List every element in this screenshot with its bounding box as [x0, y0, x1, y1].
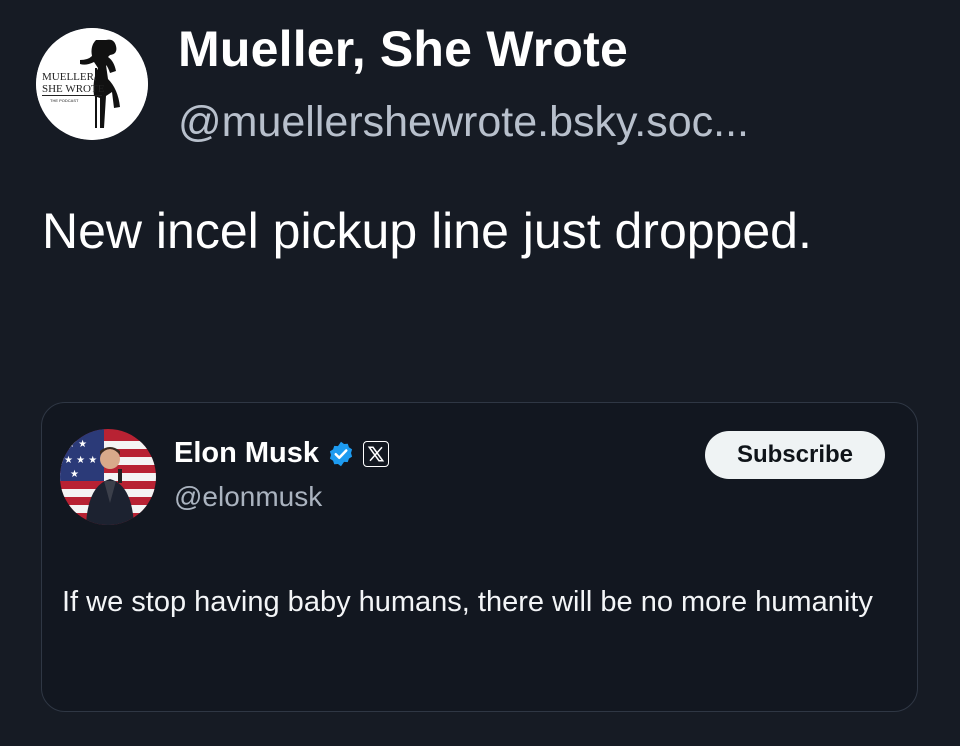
- quoted-author-avatar[interactable]: ★ ★ ★ ★ ★ ★: [60, 429, 156, 525]
- author-avatar[interactable]: MUELLER, SHE WROTE THE PODCAST: [36, 28, 148, 140]
- svg-text:★ ★ ★: ★ ★ ★: [64, 455, 97, 466]
- author-handle[interactable]: @muellershewrote.bsky.soc...: [178, 98, 749, 147]
- author-name[interactable]: Mueller, She Wrote: [178, 20, 628, 78]
- svg-text:SHE WROTE: SHE WROTE: [42, 83, 105, 95]
- svg-text:MUELLER,: MUELLER,: [42, 71, 97, 83]
- mueller-she-wrote-logo-icon: MUELLER, SHE WROTE THE PODCAST: [36, 28, 148, 140]
- svg-text:THE PODCAST: THE PODCAST: [50, 98, 79, 103]
- quoted-author-name[interactable]: Elon Musk: [174, 437, 319, 470]
- elon-musk-avatar-icon: ★ ★ ★ ★ ★ ★: [60, 429, 156, 525]
- svg-text:★: ★: [70, 469, 79, 480]
- quoted-post-card[interactable]: ★ ★ ★ ★ ★ ★ Elon Musk @elonmusk Subscrib…: [41, 402, 918, 712]
- post-text: New incel pickup line just dropped.: [42, 203, 812, 259]
- quoted-author-handle[interactable]: @elonmusk: [174, 481, 322, 513]
- quoted-post-text: If we stop having baby humans, there wil…: [62, 586, 873, 618]
- quoted-author-row: Elon Musk: [174, 437, 390, 470]
- svg-text:★ ★: ★ ★: [66, 439, 87, 450]
- post: MUELLER, SHE WROTE THE PODCAST Mueller, …: [0, 0, 960, 746]
- verified-badge-icon: [329, 441, 353, 466]
- x-logo-icon: [363, 440, 390, 467]
- subscribe-button[interactable]: Subscribe: [705, 431, 885, 479]
